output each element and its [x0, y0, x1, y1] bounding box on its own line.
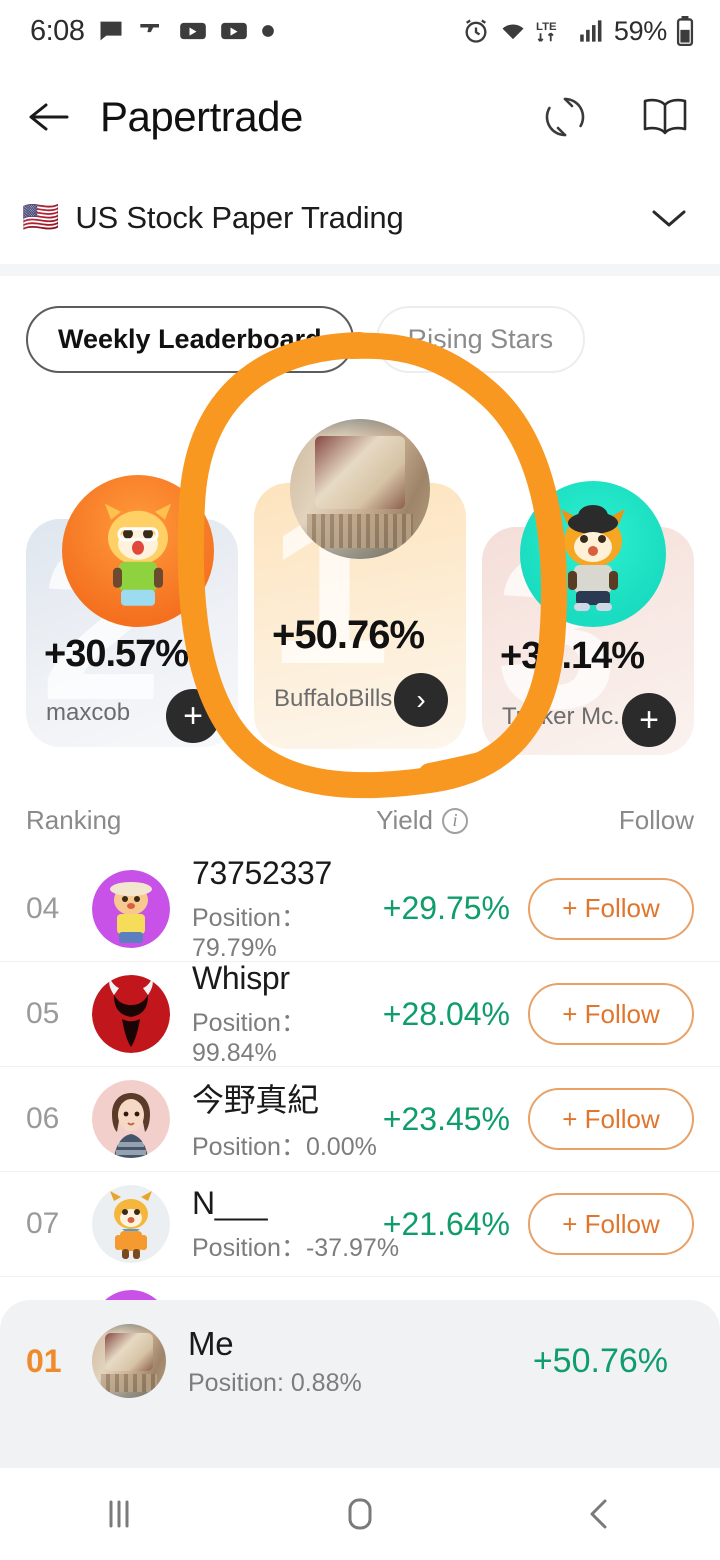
video-icon — [220, 20, 248, 42]
podium-username: maxcob — [46, 699, 131, 726]
chevron-down-icon[interactable] — [650, 206, 688, 230]
message-icon — [97, 17, 125, 45]
follow-button[interactable]: + Follow — [528, 1193, 694, 1255]
row-position: Position：-37.97% — [192, 1233, 400, 1262]
us-flag-icon: 🇺🇸 — [22, 201, 60, 234]
row-username: Whispr — [192, 960, 290, 996]
app-header: Papertrade — [0, 62, 720, 172]
book-icon[interactable] — [640, 95, 690, 139]
svg-text:LTE: LTE — [536, 21, 557, 33]
avatar — [290, 419, 430, 559]
row-rank: 07 — [26, 1207, 60, 1240]
my-rank-bar[interactable]: 01 Me Position: 0.88% +50.76% — [0, 1300, 720, 1468]
table-row[interactable]: 05 Whispr Position：99.84% +28.04% + Foll… — [0, 960, 720, 1068]
android-nav-bar — [0, 1468, 720, 1560]
video-icon — [179, 20, 207, 42]
avatar — [92, 975, 170, 1053]
avatar — [92, 1185, 170, 1263]
my-position: Position: 0.88% — [188, 1368, 362, 1397]
podium-detail-button[interactable]: › — [394, 673, 448, 727]
row-identity: Whispr Position：99.84% — [192, 960, 383, 1068]
status-bar-left: 6:08 — [30, 15, 275, 48]
my-identity: Me Position: 0.88% — [188, 1325, 533, 1398]
row-yield: +28.04% — [382, 995, 510, 1032]
my-yield: +50.76% — [532, 1341, 668, 1380]
section-divider — [0, 264, 720, 276]
row-position: Position：79.79% — [192, 903, 306, 962]
row-position: Position：0.00% — [192, 1133, 377, 1161]
home-icon[interactable] — [338, 1494, 382, 1534]
podium-yield: +50.76% — [272, 613, 425, 657]
follow-button[interactable]: + Follow — [528, 983, 694, 1045]
gun-icon — [138, 20, 166, 42]
leaderboard-tabs: Weekly Leaderboard Rising Stars — [0, 276, 720, 373]
signal-icon — [579, 19, 605, 43]
refresh-icon[interactable] — [542, 94, 588, 140]
page-title: Papertrade — [100, 93, 303, 140]
status-bar: 6:08 LTE 59% — [0, 0, 720, 62]
app-header-actions — [542, 94, 690, 140]
lte-icon: LTE — [536, 18, 570, 44]
podium-username: Tucker Mc... — [502, 703, 634, 730]
row-yield: +29.75% — [382, 890, 510, 926]
dot-icon — [261, 24, 275, 38]
status-time: 6:08 — [30, 14, 85, 47]
podium-follow-button[interactable]: + — [166, 689, 220, 743]
column-yield-label: Yield — [376, 805, 433, 835]
avatar — [92, 869, 170, 948]
podium-top3: 2 +30.57% maxcob + 1 +50.76% BuffaloBill… — [0, 399, 720, 769]
battery-icon — [676, 16, 694, 46]
back-arrow-icon[interactable] — [26, 97, 72, 137]
nav-back-icon[interactable] — [578, 1494, 622, 1534]
row-rank: 06 — [26, 1102, 60, 1135]
avatar — [92, 1324, 166, 1398]
tab-weekly-leaderboard[interactable]: Weekly Leaderboard — [26, 306, 354, 373]
podium-yield: +30.57% — [44, 633, 189, 675]
list-column-headers: Ranking Yield i Follow — [0, 769, 720, 856]
table-row[interactable]: 04 73752337 Position：79.79% +29.75% + Fo… — [0, 855, 720, 963]
tab-rising-stars[interactable]: Rising Stars — [375, 306, 586, 373]
avatar — [62, 475, 214, 627]
row-rank: 05 — [26, 997, 60, 1030]
market-name: US Stock Paper Trading — [75, 200, 404, 235]
relief-photo — [290, 419, 430, 559]
row-yield: +21.64% — [382, 1205, 510, 1242]
row-username: 73752337 — [192, 854, 332, 891]
relief-photo — [92, 1324, 166, 1398]
podium-yield: +30.14% — [500, 635, 645, 677]
status-bar-right: LTE 59% — [462, 16, 694, 47]
row-identity: 今野真紀 Position：0.00% — [192, 1075, 383, 1163]
row-identity: N___ Position：-37.97% — [192, 1184, 400, 1264]
my-rank: 01 — [26, 1342, 62, 1379]
podium-follow-button[interactable]: + — [622, 693, 676, 747]
row-username: 今野真紀 — [192, 1082, 319, 1118]
table-row[interactable]: 06 今野真紀 Position：0.00% +23.45% + Follow — [0, 1066, 720, 1171]
follow-button[interactable]: + Follow — [528, 877, 694, 940]
column-yield: Yield i — [376, 805, 468, 836]
avatar — [92, 1080, 170, 1158]
avatar — [520, 481, 666, 627]
column-follow: Follow — [618, 805, 694, 835]
row-username: N___ — [192, 1184, 268, 1221]
row-position: Position：99.84% — [192, 1009, 306, 1067]
row-yield: +23.45% — [382, 1100, 510, 1137]
info-icon[interactable]: i — [442, 807, 468, 834]
podium-username: BuffaloBills... — [274, 685, 413, 712]
my-username: Me — [188, 1324, 234, 1362]
table-row[interactable]: 07 N___ Position：-37.97% +21.64% + Follo… — [0, 1171, 720, 1276]
alarm-icon — [462, 17, 490, 45]
battery-percent: 59% — [613, 15, 667, 46]
follow-button[interactable]: + Follow — [528, 1088, 694, 1150]
recents-icon[interactable] — [98, 1496, 142, 1532]
market-selector[interactable]: 🇺🇸 US Stock Paper Trading — [0, 172, 720, 264]
row-identity: 73752337 Position：79.79% — [192, 855, 383, 963]
row-rank: 04 — [26, 891, 60, 925]
wifi-icon — [499, 19, 527, 43]
column-ranking: Ranking — [26, 805, 122, 835]
